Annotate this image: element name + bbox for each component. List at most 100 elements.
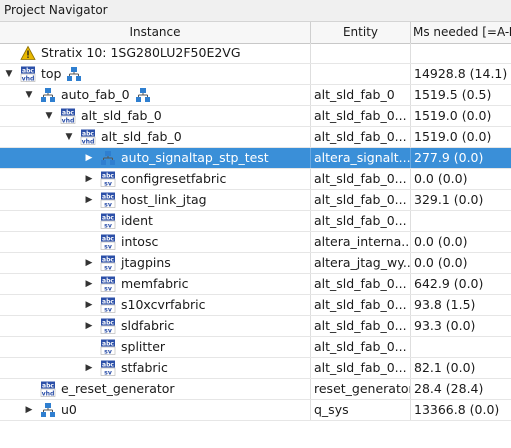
svg-text:vhd: vhd [42, 390, 55, 397]
tree-row[interactable]: abc sv ident alt_sld_fab_0... [0, 211, 511, 232]
vhd-file-icon: abc vhd [80, 129, 96, 145]
alms-needed-cell [411, 337, 511, 357]
alms-needed-cell: 13366.8 (0.0) [414, 402, 500, 417]
alms-needed-cell: 277.9 (0.0) [414, 150, 484, 165]
tree-row[interactable]: abc vhd e_reset_generator reset_generator 28… [0, 379, 511, 400]
hierarchy-icon [40, 87, 56, 103]
hierarchy-view-icon[interactable] [135, 87, 151, 103]
tree-row[interactable]: ▼ abc vhd alt_sld_fab_0 alt_sld_fab_0... 1519… [0, 106, 511, 127]
svg-text:sv: sv [104, 222, 112, 229]
svg-text:sv: sv [104, 348, 112, 355]
device-warning-icon [20, 45, 36, 61]
instance-cell: ▼ abc vhd alt_sld_fab_0 [0, 127, 311, 147]
collapse-arrow-icon[interactable]: ▶ [84, 299, 94, 311]
svg-text:sv: sv [104, 243, 112, 250]
alms-needed-cell: 642.9 (0.0) [414, 276, 484, 291]
entity-cell: alt_sld_fab_0... [311, 106, 411, 126]
column-header-entity[interactable]: Entity [311, 22, 411, 43]
instance-cell: ▶ abc sv stfabric [0, 358, 311, 378]
panel-title: Project Navigator [4, 3, 108, 17]
tree-row[interactable]: ▼ abc vhd top 14928.8 (14.1) [0, 64, 511, 85]
svg-text:abc: abc [102, 256, 114, 263]
expand-arrow-icon[interactable]: ▼ [24, 89, 34, 101]
instance-name: e_reset_generator [61, 381, 175, 396]
sv-file-icon: abc sv [100, 318, 116, 334]
expand-arrow-icon[interactable]: ▼ [44, 110, 54, 122]
tree-row[interactable]: abc sv intosc altera_interna... 0.0 (0.0) [0, 232, 511, 253]
alms-needed-cell: 28.4 (28.4) [414, 381, 484, 396]
collapse-arrow-icon[interactable]: ▶ [84, 278, 94, 290]
sv-file-icon: abc sv [100, 255, 116, 271]
instance-cell: ▶ abc sv host_link_jtag [0, 190, 311, 210]
entity-cell [311, 64, 411, 84]
svg-text:abc: abc [22, 67, 34, 74]
tree-row[interactable]: ▶ abc sv s10xcvrfabric alt_sld_fab_0... 93.8 … [0, 295, 511, 316]
alms-needed-cell [411, 211, 511, 231]
alms-needed-cell: 0.0 (0.0) [414, 171, 468, 186]
expand-arrow-icon[interactable]: ▼ [64, 131, 74, 143]
instance-cell: abc vhd e_reset_generator [0, 379, 311, 399]
entity-cell: alt_sld_fab_0... [311, 169, 411, 189]
svg-text:abc: abc [102, 277, 114, 284]
instance-name: intosc [121, 234, 159, 249]
instance-cell: ▼ abc vhd top [0, 64, 311, 84]
entity-cell: alt_sld_fab_0... [311, 274, 411, 294]
entity-cell [311, 43, 411, 63]
instance-name: top [41, 66, 62, 81]
alms-needed-cell: 93.8 (1.5) [414, 297, 476, 312]
collapse-arrow-icon[interactable]: ▶ [84, 257, 94, 269]
instance-cell: ▶ abc sv jtagpins [0, 253, 311, 273]
svg-text:sv: sv [104, 285, 112, 292]
instance-cell: ▼ abc vhd alt_sld_fab_0 [0, 106, 311, 126]
panel-titlebar: Project Navigator [0, 0, 511, 22]
sv-file-icon: abc sv [100, 276, 116, 292]
instance-name: Stratix 10: 1SG280LU2F50E2VG [41, 45, 241, 60]
collapse-arrow-icon[interactable]: ▶ [84, 173, 94, 185]
instance-name: alt_sld_fab_0 [101, 129, 182, 144]
instance-cell: abc sv ident [0, 211, 311, 231]
tree-row[interactable]: ▼ auto_fab_0 alt_sld_fab_0 1519.5 (0.5) [0, 85, 511, 106]
sv-file-icon: abc sv [100, 234, 116, 250]
alms-needed-cell [411, 43, 511, 63]
tree-row[interactable]: ▼ abc vhd alt_sld_fab_0 alt_sld_fab_0... 1519… [0, 127, 511, 148]
column-header-row: Instance Entity Ms needed [=A-B [0, 22, 511, 44]
hierarchy-view-icon[interactable] [66, 66, 82, 82]
instance-name: ident [121, 213, 153, 228]
svg-text:sv: sv [104, 180, 112, 187]
entity-cell: alt_sld_fab_0 [311, 85, 411, 105]
entity-cell: alt_sld_fab_0... [311, 337, 411, 357]
tree-row[interactable]: Stratix 10: 1SG280LU2F50E2VG [0, 43, 511, 64]
instance-cell: abc sv splitter [0, 337, 311, 357]
svg-text:abc: abc [82, 130, 94, 137]
collapse-arrow-icon[interactable]: ▶ [24, 404, 34, 416]
instance-name: s10xcvrfabric [121, 297, 206, 312]
instance-cell: ▶ abc sv sldfabric [0, 316, 311, 336]
column-header-alms-needed[interactable]: Ms needed [=A-B [411, 22, 511, 43]
svg-text:abc: abc [102, 361, 114, 368]
collapse-arrow-icon[interactable]: ▶ [84, 152, 94, 164]
tree-row[interactable]: ▶ abc sv configresetfabric alt_sld_fab_0... 0… [0, 169, 511, 190]
svg-text:abc: abc [102, 340, 114, 347]
collapse-arrow-icon[interactable]: ▶ [84, 362, 94, 374]
tree-row[interactable]: ▶ abc sv sldfabric alt_sld_fab_0... 93.3 (0.0… [0, 316, 511, 337]
collapse-arrow-icon[interactable]: ▶ [84, 320, 94, 332]
column-header-instance[interactable]: Instance [0, 22, 311, 43]
collapse-arrow-icon[interactable]: ▶ [84, 194, 94, 206]
vhd-file-icon: abc vhd [20, 66, 36, 82]
instance-name: memfabric [121, 276, 189, 291]
instance-cell: ▼ auto_fab_0 [0, 85, 311, 105]
tree-row[interactable]: ▶ abc sv jtagpins altera_jtag_wy... 0.0 (0.0) [0, 253, 511, 274]
tree-row[interactable]: ▶ u0 q_sys 13366.8 (0.0) [0, 400, 511, 421]
tree-row[interactable]: ▶ abc sv host_link_jtag alt_sld_fab_0... 329.… [0, 190, 511, 211]
tree-row[interactable]: ▶ abc sv memfabric alt_sld_fab_0... 642.9 (0.… [0, 274, 511, 295]
instance-name: alt_sld_fab_0 [81, 108, 162, 123]
entity-cell: altera_interna... [311, 232, 411, 252]
alms-needed-cell: 329.1 (0.0) [414, 192, 484, 207]
instance-cell: ▶ u0 [0, 400, 311, 420]
tree-row[interactable]: ▶ abc sv stfabric alt_sld_fab_0... 82.1 (0.0) [0, 358, 511, 379]
tree-row[interactable]: ▶ auto_signaltap_stp_test altera_signalt..… [0, 148, 511, 169]
tree-row[interactable]: abc sv splitter alt_sld_fab_0... [0, 337, 511, 358]
svg-text:abc: abc [102, 172, 114, 179]
instance-cell: ▶ abc sv configresetfabric [0, 169, 311, 189]
expand-arrow-icon[interactable]: ▼ [4, 68, 14, 80]
